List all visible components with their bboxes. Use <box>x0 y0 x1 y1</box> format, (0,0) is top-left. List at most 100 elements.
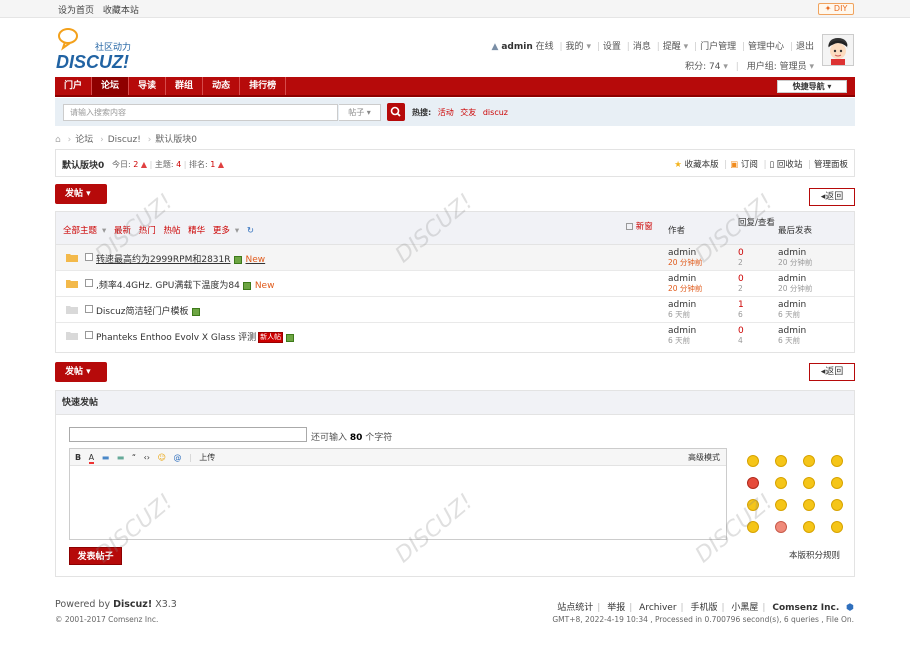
breadcrumb-board[interactable]: 默认版块0 <box>155 135 197 145</box>
search-scope-select[interactable]: 帖子 ▾ <box>339 104 381 121</box>
smiley-icon[interactable] <box>803 455 815 467</box>
filter-all[interactable]: 全部主题 <box>63 226 97 236</box>
hot-word-link[interactable]: 活动 <box>438 108 454 117</box>
author-link[interactable]: admin <box>668 326 696 336</box>
report-link[interactable]: 举报 <box>607 603 625 613</box>
smiley-icon[interactable] <box>775 521 787 533</box>
back-button[interactable]: ◂返回 <box>809 188 855 206</box>
last-poster-link[interactable]: admin <box>778 300 806 310</box>
back-button[interactable]: ◂返回 <box>809 363 855 381</box>
bookmark-site-link[interactable]: 收藏本站 <box>103 6 139 16</box>
filter-latest[interactable]: 最新 <box>114 226 131 236</box>
submit-post-button[interactable]: 发表帖子 <box>69 547 122 565</box>
last-post-time[interactable]: 20 分钟前 <box>778 258 812 268</box>
credits-link[interactable]: 积分: 74 <box>685 62 720 72</box>
messages-link[interactable]: 消息 <box>633 42 651 52</box>
avatar[interactable] <box>822 34 854 66</box>
message-editor[interactable]: B A ▬ ▬ “ ‹› ☺ @ | 上传 高级模式 <box>69 448 727 540</box>
discuz-link[interactable]: Discuz! <box>113 599 152 610</box>
last-poster-link[interactable]: admin <box>778 274 806 284</box>
hot-word-link[interactable]: discuz <box>483 108 508 117</box>
smiley-icon[interactable] <box>803 499 815 511</box>
quick-nav-button[interactable]: 快捷导航 ▾ <box>777 80 847 93</box>
upload-button[interactable]: 上传 <box>199 453 215 462</box>
logout-link[interactable]: 退出 <box>796 42 814 52</box>
link-icon[interactable]: ▬ <box>117 453 125 462</box>
smiley-icon[interactable] <box>747 499 759 511</box>
table-row[interactable]: Discuz简洁轻门户模板 admin 6 天前 16 admin 6 天前 <box>56 297 854 323</box>
thread-title-link[interactable]: Discuz简洁轻门户模板 <box>96 307 189 317</box>
smiley-icon[interactable] <box>775 455 787 467</box>
thread-checkbox[interactable] <box>85 305 93 313</box>
nav-ranking[interactable]: 排行榜 <box>240 77 287 95</box>
credit-rules-link[interactable]: 本版积分规则 <box>789 549 840 561</box>
smiley-icon[interactable] <box>775 477 787 489</box>
smiley-icon[interactable] <box>803 521 815 533</box>
diy-button[interactable]: ✦ DIY <box>818 3 854 15</box>
settings-link[interactable]: 设置 <box>603 42 621 52</box>
code-icon[interactable]: ‹› <box>144 453 150 462</box>
nav-feed[interactable]: 动态 <box>203 77 241 95</box>
set-home-link[interactable]: 设为首页 <box>58 6 94 16</box>
font-color-icon[interactable]: A <box>88 453 95 464</box>
smiley-icon[interactable] <box>747 521 759 533</box>
subscribe-link[interactable]: 订阅 <box>741 160 758 170</box>
comsenz-link[interactable]: Comsenz Inc. <box>772 603 839 613</box>
table-row[interactable]: ,频率4.4GHz. GPU满载下温度为84 New admin 20 分钟前 02… <box>56 271 854 297</box>
thread-title-link[interactable]: 转速最高约为2999RPM和2831R <box>96 255 231 265</box>
hot-word-link[interactable]: 交友 <box>460 108 476 117</box>
last-post-time[interactable]: 20 分钟前 <box>778 284 812 294</box>
advanced-mode-link[interactable]: 高级模式 <box>688 452 720 463</box>
home-icon[interactable]: ⌂ <box>55 135 61 145</box>
last-post-time[interactable]: 6 天前 <box>778 336 806 346</box>
smiley-icon[interactable] <box>831 499 843 511</box>
smiley-icon[interactable] <box>803 477 815 489</box>
post-button[interactable]: 发帖 ▾ <box>55 184 107 204</box>
admin-center-link[interactable]: 管理中心 <box>748 42 784 52</box>
smiley-icon[interactable] <box>747 477 759 489</box>
online-status[interactable]: 在线 <box>536 42 554 52</box>
username-link[interactable]: admin <box>501 42 532 52</box>
filter-digest[interactable]: 精华 <box>188 226 205 236</box>
breadcrumb-forum[interactable]: 论坛 <box>75 135 93 145</box>
filter-hot-posts[interactable]: 热帖 <box>163 226 180 236</box>
recycle-bin-link[interactable]: 回收站 <box>777 160 803 170</box>
subject-input[interactable] <box>69 427 307 442</box>
refresh-icon[interactable]: ↻ <box>247 226 254 236</box>
mention-icon[interactable]: @ <box>173 453 181 462</box>
my-link[interactable]: 我的 <box>566 42 584 52</box>
stats-link[interactable]: 站点统计 <box>557 603 593 613</box>
smiley-icon[interactable]: ☺ <box>158 453 166 462</box>
table-row[interactable]: Phanteks Enthoo Evolv X Glass 评测 新人帖 admi… <box>56 323 854 349</box>
smiley-icon[interactable] <box>747 455 759 467</box>
table-row[interactable]: 转速最高约为2999RPM和2831R New admin 20 分钟前 02 ad… <box>56 245 854 271</box>
notice-link[interactable]: 提醒 <box>663 42 681 52</box>
search-input[interactable]: 请输入搜索内容 <box>63 104 338 121</box>
image-icon[interactable]: ▬ <box>102 453 110 462</box>
quote-icon[interactable]: “ <box>132 453 136 462</box>
author-link[interactable]: admin <box>668 274 696 284</box>
site-logo[interactable]: DISCUZ! 社区动力 <box>55 28 150 72</box>
thread-title-link[interactable]: Phanteks Enthoo Evolv X Glass 评测 <box>96 333 256 343</box>
thread-title-link[interactable]: ,频率4.4GHz. GPU满载下温度为84 <box>96 281 240 291</box>
thread-checkbox[interactable] <box>85 253 93 261</box>
search-button[interactable] <box>387 103 405 121</box>
post-button[interactable]: 发帖 ▾ <box>55 362 107 382</box>
last-poster-link[interactable]: admin <box>778 326 806 336</box>
new-window-toggle[interactable]: 新窗 <box>626 220 653 232</box>
nav-group[interactable]: 群组 <box>166 77 204 95</box>
smiley-icon[interactable] <box>775 499 787 511</box>
nav-portal[interactable]: 门户 <box>55 77 93 95</box>
portal-admin-link[interactable]: 门户管理 <box>700 42 736 52</box>
favorite-forum-link[interactable]: 收藏本版 <box>685 160 719 170</box>
archiver-link[interactable]: Archiver <box>639 603 676 613</box>
blacklist-link[interactable]: 小黑屋 <box>731 603 758 613</box>
author-link[interactable]: admin <box>668 300 696 310</box>
last-post-time[interactable]: 6 天前 <box>778 310 806 320</box>
nav-forum[interactable]: 论坛 <box>92 77 130 95</box>
nav-guide[interactable]: 导读 <box>129 77 167 95</box>
thread-checkbox[interactable] <box>85 331 93 339</box>
last-poster-link[interactable]: admin <box>778 248 806 258</box>
smiley-icon[interactable] <box>831 455 843 467</box>
filter-hot[interactable]: 热门 <box>139 226 156 236</box>
